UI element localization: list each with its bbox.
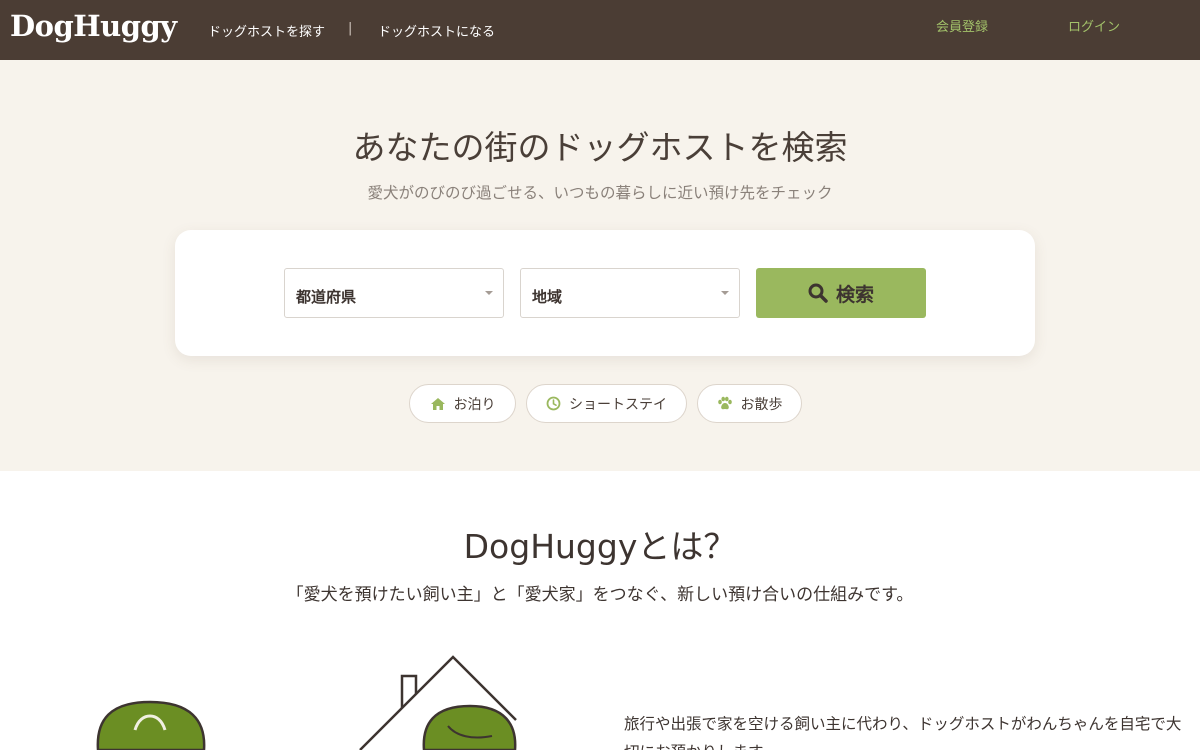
nav-separator: | <box>348 21 353 36</box>
search-icon <box>808 283 828 303</box>
nav-become-host[interactable]: ドッグホストになる <box>378 21 495 40</box>
area-select-value: 地域 <box>532 288 563 306</box>
hero-section: あなたの街のドッグホストを検索 愛犬がのびのび過ごせる、いつもの暮らしに近い預け… <box>0 60 1200 471</box>
filter-chip-walk[interactable]: お散歩 <box>697 384 802 423</box>
home-icon <box>430 397 445 410</box>
register-link[interactable]: 会員登録 <box>936 16 988 35</box>
search-button-label: 検索 <box>835 283 874 306</box>
prefecture-select[interactable]: 都道府県 <box>284 268 504 318</box>
filter-chip-short-stay[interactable]: ショートステイ <box>526 384 687 423</box>
search-panel: 都道府県 地域 検索 <box>175 230 1035 356</box>
chevron-down-icon <box>485 291 493 295</box>
host-illustration <box>96 655 517 750</box>
filter-chip-overnight[interactable]: お泊り <box>409 384 516 423</box>
hero-subtitle: 愛犬がのびのび過ごせる、いつもの暮らしに近い預け先をチェック <box>367 184 833 202</box>
filter-chip-label: お散歩 <box>740 396 783 413</box>
nav-find-host[interactable]: ドッグホストを探す <box>208 21 325 40</box>
site-logo[interactable]: DogHuggy <box>10 9 177 43</box>
filter-chip-label: ショートステイ <box>569 396 667 413</box>
about-body-text: 旅行や出張で家を空ける飼い主に代わり、ドッグホストがわんちゃんを自宅で大切にお預… <box>624 715 1182 750</box>
prefecture-select-value: 都道府県 <box>296 288 357 306</box>
search-button[interactable]: 検索 <box>756 268 926 318</box>
site-header: DogHuggy ドッグホストを探す | ドッグホストになる 会員登録 ログイン <box>0 0 1200 60</box>
login-link[interactable]: ログイン <box>1068 16 1120 35</box>
area-select[interactable]: 地域 <box>520 268 740 318</box>
clock-icon <box>546 396 561 411</box>
about-subtitle: 「愛犬を預けたい飼い主」と「愛犬家」をつなぐ、新しい預け合いの仕組みです。 <box>286 585 914 605</box>
filter-chip-label: お泊り <box>453 396 496 413</box>
chevron-down-icon <box>721 291 729 295</box>
paw-icon <box>717 396 732 410</box>
hero-title: あなたの街のドッグホストを検索 <box>352 128 848 167</box>
about-title: DogHuggyとは？ <box>463 527 737 566</box>
